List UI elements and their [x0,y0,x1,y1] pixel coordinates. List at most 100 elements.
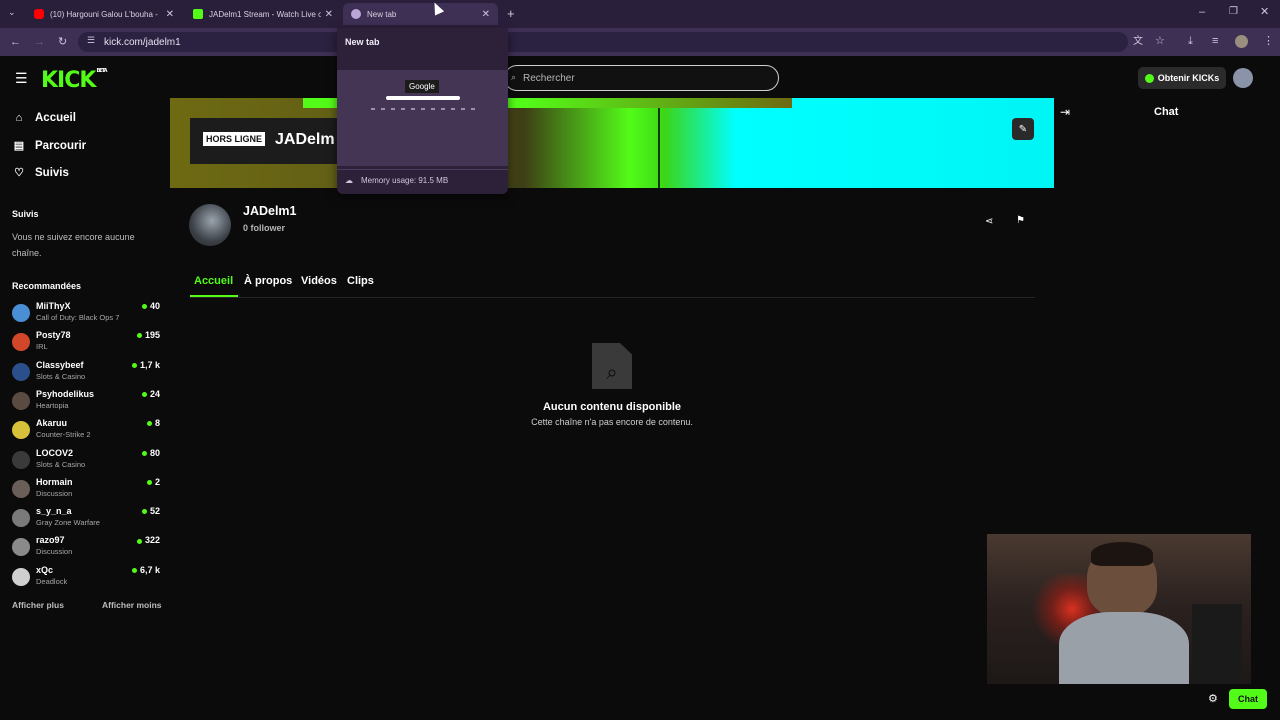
heart-icon: ♡ [14,167,24,179]
nav-home[interactable]: ⌂ Accueil [12,112,76,124]
nav-following[interactable]: ♡ Suivis [12,166,69,180]
avatar [12,391,30,410]
minimize-icon[interactable]: – [1199,7,1205,18]
kick-favicon-icon [193,9,203,19]
recommended-channel[interactable]: MiiThyX Call of Duty: Black Ops 7 40 [12,301,160,327]
share-icon[interactable]: ⋖ [985,217,993,227]
channel-category: Discussion [36,547,73,557]
preview-title: New tab [345,37,380,47]
preview-divider [337,169,508,170]
avatar [12,509,30,528]
back-icon[interactable]: ← [10,37,21,48]
tab-clips[interactable]: Clips [347,275,374,287]
viewer-count: 322 [137,535,160,545]
channel-name: razo97 [36,535,65,546]
recommended-channel[interactable]: LOCOV2 Slots & Casino 80 [12,448,160,474]
search-input[interactable]: ⌕ Rechercher [504,65,779,91]
address-bar[interactable]: ☰ kick.com/jadelm1 [78,32,1128,52]
offline-badge: HORS LIGNE [203,132,266,146]
channel-name: Posty78 [36,330,71,341]
close-window-icon[interactable]: ✕ [1260,7,1269,18]
chat-settings-gear-icon[interactable]: ⚙ [1208,694,1218,705]
channel-category: Call of Duty: Black Ops 7 [36,313,120,322]
chat-button[interactable]: Chat [1229,689,1267,709]
recommended-channel[interactable]: Classybeef Slots & Casino 1,7 k [12,360,160,386]
close-tab-icon[interactable]: ✕ [325,9,333,20]
url-text: kick.com/jadelm1 [104,36,181,48]
nav-browse[interactable]: ▤ Parcourir [12,139,86,153]
avatar [12,450,30,469]
download-icon[interactable]: ⤓ [1188,36,1193,47]
user-avatar[interactable] [1233,68,1253,88]
channel-name: Hormain [36,476,73,487]
close-tab-icon[interactable]: ✕ [482,9,490,20]
recommended-channel[interactable]: Akaruu Counter-Strike 2 8 [12,418,160,444]
webcam-shirt [1059,612,1189,684]
recommended-heading: Recommandées [12,281,82,291]
recommended-channel[interactable]: Psyhodelikus Heartopia 24 [12,389,160,415]
channel-category: Discussion [36,488,73,498]
tabs-divider [190,297,1035,298]
reload-icon[interactable]: ↻ [58,37,67,48]
recommended-channel[interactable]: razo97 Discussion 322 [12,535,160,561]
tab-new-tab[interactable]: New tab ✕ [343,3,498,25]
webcam-chair [1192,604,1242,684]
tab-search-icon[interactable]: ⌄ [8,8,16,17]
tab-videos[interactable]: Vidéos [301,275,337,287]
new-tab-icon[interactable]: + [507,7,515,20]
viewer-count: 1,7 k [132,360,160,370]
tab-title: New tab [367,9,397,19]
avatar [12,538,30,557]
kick-logo[interactable]: KICKBETA [41,68,108,93]
recommended-channel[interactable]: s_y_n_a Gray Zone Warfare 52 [12,506,160,532]
banner-channel-name: JADelm [275,131,335,148]
show-less-link[interactable]: Afficher moins [102,600,162,610]
get-kicks-button[interactable]: Obtenir KICKs [1138,67,1226,89]
tab-kick[interactable]: JADelm1 Stream - Watch Live o ✕ [185,3,341,25]
home-icon: ⌂ [15,112,23,124]
channel-avatar[interactable] [189,204,231,246]
magnifier-icon: ⌕ [606,362,618,384]
shortcuts-preview [371,108,479,110]
channel-name: Classybeef [36,359,84,370]
recommended-channel[interactable]: Hormain Discussion 2 [12,477,160,503]
channel-name: xQc [36,564,54,575]
translate-icon[interactable]: 文 [1133,37,1143,47]
channel-category: Slots & Casino [36,459,86,469]
empty-title: Aucun contenu disponible [542,401,682,413]
bookmark-star-icon[interactable]: ☆ [1155,36,1165,47]
viewer-count: 40 [142,301,160,311]
avatar [12,567,30,586]
avatar [12,333,30,352]
followed-empty-text: Vous ne suivez encore aucune chaîne. [12,232,135,258]
close-tab-icon[interactable]: ✕ [166,9,174,20]
forward-icon[interactable]: → [34,37,45,48]
channel-category: Slots & Casino [36,371,86,381]
tab-about[interactable]: À propos [244,275,292,287]
viewer-count: 52 [142,506,160,516]
empty-subtitle: Cette chaîne n'a pas encore de contenu. [531,417,693,427]
avatar [12,362,30,381]
tab-title: (10) Hargouni Galou L'bouha - [50,9,158,19]
avatar [12,421,30,440]
collapse-chat-icon[interactable]: ⇥ [1060,106,1070,118]
site-info-icon[interactable]: ☰ [87,36,95,45]
tab-home[interactable]: Accueil [194,275,233,287]
report-user-icon[interactable]: ⚑ [1016,216,1025,226]
profile-avatar[interactable] [1235,35,1248,48]
tab-groups-icon[interactable]: ≡ [1212,36,1218,47]
edit-banner-button[interactable]: ✎ [1012,118,1034,140]
hamburger-menu-icon[interactable]: ☰ [15,71,28,85]
channel-category: Gray Zone Warfare [36,518,100,528]
preview-thumbnail: Google [337,70,508,166]
show-more-link[interactable]: Afficher plus [12,600,64,610]
recommended-channel[interactable]: Posty78 IRL 195 [12,330,160,356]
tab-youtube[interactable]: (10) Hargouni Galou L'bouha - ✕ [26,3,182,25]
channel-name: s_y_n_a [36,506,72,517]
banner-line [658,108,660,188]
recommended-channel[interactable]: xQc Deadlock 6,7 k [12,565,160,591]
menu-dots-icon[interactable]: ⋮ [1263,36,1274,47]
maximize-icon[interactable]: ❐ [1229,7,1238,17]
search-placeholder: Rechercher [523,72,575,84]
channel-category: Counter-Strike 2 [36,430,91,440]
